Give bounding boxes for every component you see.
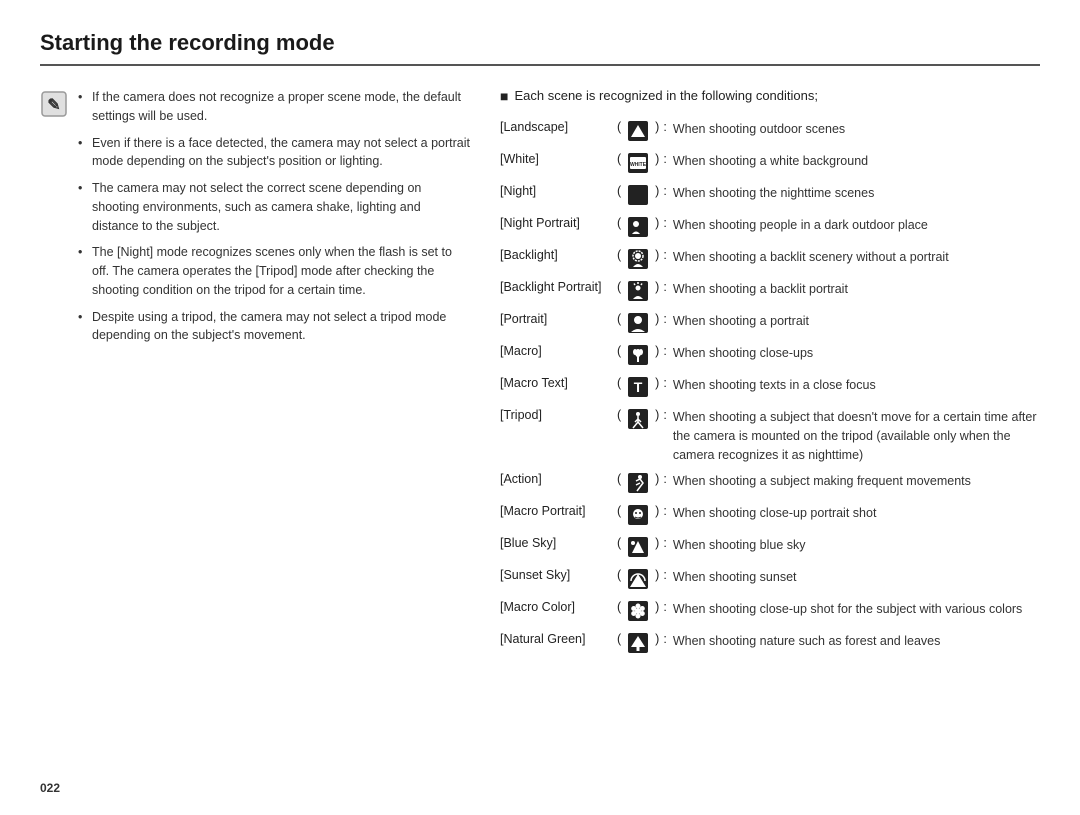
list-item: [Macro Color]():When shooting close-up s… xyxy=(500,596,1040,628)
list-item: [Backlight Portrait]():When shooting a b… xyxy=(500,276,1040,308)
scene-description: When shooting people in a dark outdoor p… xyxy=(673,212,1040,244)
scene-description: When shooting a white background xyxy=(673,148,1040,180)
black-square-icon: ■ xyxy=(500,88,508,104)
scene-mode-icon xyxy=(623,212,653,244)
scene-description: When shooting a subject making frequent … xyxy=(673,468,1040,500)
scene-description: When shooting a backlit portrait xyxy=(673,276,1040,308)
right-column: ■ Each scene is recognized in the follow… xyxy=(500,88,1040,660)
scene-mode-icon xyxy=(623,308,653,340)
left-column: ✎ If the camera does not recognize a pro… xyxy=(40,88,470,660)
note-item: Despite using a tripod, the camera may n… xyxy=(78,308,470,346)
scene-label: [Macro Color] xyxy=(500,596,615,628)
scene-mode-icon xyxy=(623,340,653,372)
scene-label: [Action] xyxy=(500,468,615,500)
list-item: [Portrait]():When shooting a portrait xyxy=(500,308,1040,340)
scene-mode-icon xyxy=(623,532,653,564)
list-item: [Macro]():When shooting close-ups xyxy=(500,340,1040,372)
note-item: If the camera does not recognize a prope… xyxy=(78,88,470,126)
list-item: [White](WHITE):When shooting a white bac… xyxy=(500,148,1040,180)
scene-mode-icon xyxy=(623,276,653,308)
scene-label: [Portrait] xyxy=(500,308,615,340)
scene-mode-icon xyxy=(623,596,653,628)
list-item: [Macro Text](T):When shooting texts in a… xyxy=(500,372,1040,404)
list-item: [Landscape]():When shooting outdoor scen… xyxy=(500,116,1040,148)
scene-mode-icon: T xyxy=(623,372,653,404)
scene-description: When shooting a subject that doesn't mov… xyxy=(673,404,1040,468)
scene-label: [Landscape] xyxy=(500,116,615,148)
scene-mode-icon xyxy=(623,404,653,468)
scene-description: When shooting texts in a close focus xyxy=(673,372,1040,404)
list-item: [Action]():When shooting a subject makin… xyxy=(500,468,1040,500)
scene-label: [Backlight Portrait] xyxy=(500,276,615,308)
svg-text:WHITE: WHITE xyxy=(630,162,647,168)
page-title: Starting the recording mode xyxy=(40,30,1040,66)
note-item: The [Night] mode recognizes scenes only … xyxy=(78,243,470,299)
scene-label: [Tripod] xyxy=(500,404,615,468)
scene-mode-icon: WHITE xyxy=(623,148,653,180)
page-number: 022 xyxy=(40,781,60,795)
scene-mode-icon xyxy=(623,500,653,532)
note-icon: ✎ xyxy=(40,90,68,118)
scene-mode-icon xyxy=(623,244,653,276)
scene-description: When shooting outdoor scenes xyxy=(673,116,1040,148)
list-item: [Blue Sky]():When shooting blue sky xyxy=(500,532,1040,564)
scene-mode-icon xyxy=(623,116,653,148)
scene-mode-icon xyxy=(623,468,653,500)
scene-description: When shooting sunset xyxy=(673,564,1040,596)
scene-description: When shooting close-up shot for the subj… xyxy=(673,596,1040,628)
scene-label: [Macro Portrait] xyxy=(500,500,615,532)
scene-mode-icon xyxy=(623,180,653,212)
list-item: [Sunset Sky]():When shooting sunset xyxy=(500,564,1040,596)
list-item: [Tripod]():When shooting a subject that … xyxy=(500,404,1040,468)
list-item: [Macro Portrait]():When shooting close-u… xyxy=(500,500,1040,532)
scene-label: [White] xyxy=(500,148,615,180)
scene-label: [Backlight] xyxy=(500,244,615,276)
section-header: ■ Each scene is recognized in the follow… xyxy=(500,88,1040,104)
scene-description: When shooting blue sky xyxy=(673,532,1040,564)
scene-label: [Night Portrait] xyxy=(500,212,615,244)
scene-label: [Natural Green] xyxy=(500,628,615,660)
list-item: [Backlight]():When shooting a backlit sc… xyxy=(500,244,1040,276)
svg-text:T: T xyxy=(634,379,643,395)
scene-mode-icon xyxy=(623,564,653,596)
note-item: The camera may not select the correct sc… xyxy=(78,179,470,235)
scene-description: When shooting nature such as forest and … xyxy=(673,628,1040,660)
scene-list: [Landscape]():When shooting outdoor scen… xyxy=(500,116,1040,660)
scene-mode-icon xyxy=(623,628,653,660)
note-item: Even if there is a face detected, the ca… xyxy=(78,134,470,172)
scene-description: When shooting close-ups xyxy=(673,340,1040,372)
scene-description: When shooting close-up portrait shot xyxy=(673,500,1040,532)
scene-label: [Macro Text] xyxy=(500,372,615,404)
section-header-text: Each scene is recognized in the followin… xyxy=(514,88,818,103)
list-item: [Natural Green]():When shooting nature s… xyxy=(500,628,1040,660)
scene-description: When shooting a portrait xyxy=(673,308,1040,340)
scene-label: [Macro] xyxy=(500,340,615,372)
scene-description: When shooting a backlit scenery without … xyxy=(673,244,1040,276)
scene-label: [Sunset Sky] xyxy=(500,564,615,596)
scene-label: [Blue Sky] xyxy=(500,532,615,564)
scene-label: [Night] xyxy=(500,180,615,212)
list-item: [Night]():When shooting the nighttime sc… xyxy=(500,180,1040,212)
scene-description: When shooting the nighttime scenes xyxy=(673,180,1040,212)
svg-text:✎: ✎ xyxy=(47,97,60,114)
list-item: [Night Portrait]():When shooting people … xyxy=(500,212,1040,244)
note-list: If the camera does not recognize a prope… xyxy=(78,88,470,353)
